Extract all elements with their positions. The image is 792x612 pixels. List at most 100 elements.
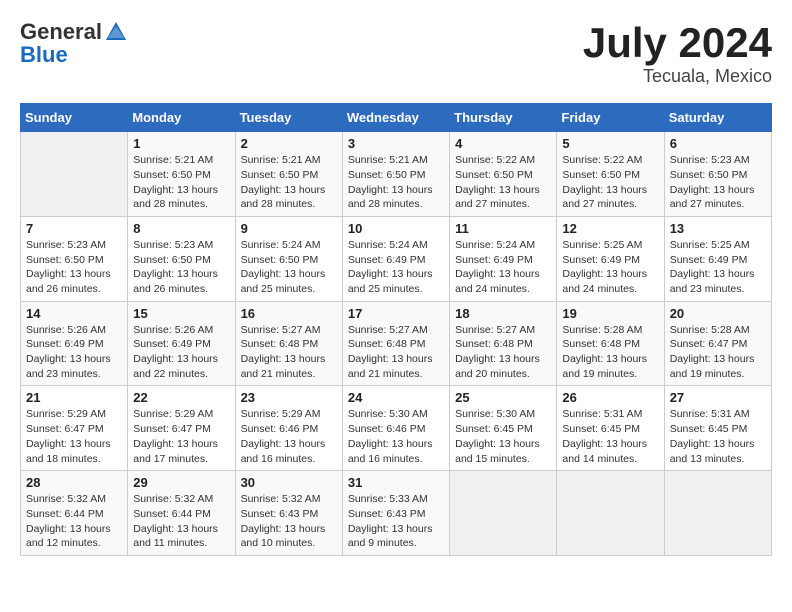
calendar-cell [664, 471, 771, 556]
calendar-cell: 21Sunrise: 5:29 AM Sunset: 6:47 PM Dayli… [21, 386, 128, 471]
day-info: Sunrise: 5:22 AM Sunset: 6:50 PM Dayligh… [455, 153, 551, 212]
day-info: Sunrise: 5:31 AM Sunset: 6:45 PM Dayligh… [562, 407, 658, 466]
day-number: 18 [455, 306, 551, 321]
header-cell-saturday: Saturday [664, 104, 771, 132]
calendar-cell: 18 Sunrise: 5:27 AM Sunset: 6:48 PM Dayli… [450, 301, 557, 386]
logo-block: General Blue [20, 20, 128, 66]
calendar-cell [450, 471, 557, 556]
day-number: 26 [562, 390, 658, 405]
calendar-body: 1 Sunrise: 5:21 AM Sunset: 6:50 PM Daylig… [21, 132, 772, 556]
calendar-location: Tecuala, Mexico [583, 66, 772, 87]
calendar-cell: 3 Sunrise: 5:21 AM Sunset: 6:50 PM Daylig… [342, 132, 449, 217]
calendar-cell: 28Sunrise: 5:32 AM Sunset: 6:44 PM Dayli… [21, 471, 128, 556]
day-number: 29 [133, 475, 229, 490]
day-info: Sunrise: 5:24 AM Sunset: 6:49 PM Dayligh… [455, 238, 551, 297]
header-cell-monday: Monday [128, 104, 235, 132]
calendar-cell: 24Sunrise: 5:30 AM Sunset: 6:46 PM Dayli… [342, 386, 449, 471]
day-info: Sunrise: 5:28 AM Sunset: 6:48 PM Dayligh… [562, 323, 658, 382]
calendar-cell: 8 Sunrise: 5:23 AM Sunset: 6:50 PM Daylig… [128, 216, 235, 301]
day-info: Sunrise: 5:25 AM Sunset: 6:49 PM Dayligh… [562, 238, 658, 297]
header-row: SundayMondayTuesdayWednesdayThursdayFrid… [21, 104, 772, 132]
calendar-cell: 7Sunrise: 5:23 AM Sunset: 6:50 PM Daylig… [21, 216, 128, 301]
calendar-cell [21, 132, 128, 217]
day-info: Sunrise: 5:21 AM Sunset: 6:50 PM Dayligh… [241, 153, 337, 212]
day-info: Sunrise: 5:26 AM Sunset: 6:49 PM Dayligh… [26, 323, 122, 382]
day-number: 1 [133, 136, 229, 151]
day-number: 14 [26, 306, 122, 321]
day-number: 22 [133, 390, 229, 405]
logo: General Blue [20, 20, 128, 66]
day-number: 23 [241, 390, 337, 405]
calendar-week-5: 28 Sunrise: 5:32 AM Sunset: 6:44 PM Dayli… [21, 471, 772, 556]
header-cell-wednesday: Wednesday [342, 104, 449, 132]
day-number: 10 [348, 221, 444, 236]
day-number: 4 [455, 136, 551, 151]
page-header: General Blue July 2024 Tecuala, Mexico [20, 20, 772, 87]
calendar-cell: 30Sunrise: 5:32 AM Sunset: 6:43 PM Dayli… [235, 471, 342, 556]
day-number: 3 [348, 136, 444, 151]
day-info: Sunrise: 5:22 AM Sunset: 6:50 PM Dayligh… [562, 153, 658, 212]
day-info: Sunrise: 5:32 AM Sunset: 6:44 PM Dayligh… [133, 492, 229, 551]
calendar-cell: 4 Sunrise: 5:22 AM Sunset: 6:50 PM Daylig… [450, 132, 557, 217]
day-number: 27 [670, 390, 766, 405]
calendar-cell: 11 Sunrise: 5:24 AM Sunset: 6:49 PM Dayli… [450, 216, 557, 301]
day-number: 16 [241, 306, 337, 321]
header-cell-friday: Friday [557, 104, 664, 132]
calendar-title: July 2024 [583, 20, 772, 66]
day-info: Sunrise: 5:29 AM Sunset: 6:47 PM Dayligh… [133, 407, 229, 466]
calendar-week-2: 7Sunrise: 5:23 AM Sunset: 6:50 PM Daylig… [21, 216, 772, 301]
day-number: 5 [562, 136, 658, 151]
calendar-header: SundayMondayTuesdayWednesdayThursdayFrid… [21, 104, 772, 132]
calendar-cell: 23Sunrise: 5:29 AM Sunset: 6:46 PM Dayli… [235, 386, 342, 471]
day-number: 20 [670, 306, 766, 321]
day-info: Sunrise: 5:23 AM Sunset: 6:50 PM Dayligh… [133, 238, 229, 297]
day-number: 8 [133, 221, 229, 236]
calendar-cell: 15 Sunrise: 5:26 AM Sunset: 6:49 PM Dayli… [128, 301, 235, 386]
logo-row: General [20, 20, 128, 44]
day-number: 6 [670, 136, 766, 151]
calendar-cell: 1Sunrise: 5:21 AM Sunset: 6:50 PM Daylig… [128, 132, 235, 217]
calendar-cell: 2 Sunrise: 5:21 AM Sunset: 6:50 PM Daylig… [235, 132, 342, 217]
calendar-cell: 17 Sunrise: 5:27 AM Sunset: 6:48 PM Dayli… [342, 301, 449, 386]
calendar-week-3: 14 Sunrise: 5:26 AM Sunset: 6:49 PM Dayli… [21, 301, 772, 386]
day-info: Sunrise: 5:28 AM Sunset: 6:47 PM Dayligh… [670, 323, 766, 382]
day-number: 2 [241, 136, 337, 151]
calendar-cell: 5 Sunrise: 5:22 AM Sunset: 6:50 PM Daylig… [557, 132, 664, 217]
day-info: Sunrise: 5:21 AM Sunset: 6:50 PM Dayligh… [348, 153, 444, 212]
day-number: 28 [26, 475, 122, 490]
calendar-cell: 13Sunrise: 5:25 AM Sunset: 6:49 PM Dayli… [664, 216, 771, 301]
day-info: Sunrise: 5:30 AM Sunset: 6:45 PM Dayligh… [455, 407, 551, 466]
day-number: 17 [348, 306, 444, 321]
day-number: 15 [133, 306, 229, 321]
calendar-cell: 20 Sunrise: 5:28 AM Sunset: 6:47 PM Dayli… [664, 301, 771, 386]
logo-blue: Blue [20, 44, 128, 66]
calendar-cell: 25Sunrise: 5:30 AM Sunset: 6:45 PM Dayli… [450, 386, 557, 471]
day-info: Sunrise: 5:27 AM Sunset: 6:48 PM Dayligh… [348, 323, 444, 382]
day-number: 12 [562, 221, 658, 236]
day-info: Sunrise: 5:30 AM Sunset: 6:46 PM Dayligh… [348, 407, 444, 466]
calendar-cell: 29 Sunrise: 5:32 AM Sunset: 6:44 PM Dayli… [128, 471, 235, 556]
calendar-week-4: 21 Sunrise: 5:29 AM Sunset: 6:47 PM Dayli… [21, 386, 772, 471]
day-number: 30 [241, 475, 337, 490]
day-number: 9 [241, 221, 337, 236]
day-info: Sunrise: 5:24 AM Sunset: 6:49 PM Dayligh… [348, 238, 444, 297]
calendar-cell [557, 471, 664, 556]
day-number: 21 [26, 390, 122, 405]
day-number: 13 [670, 221, 766, 236]
calendar-cell: 22 Sunrise: 5:29 AM Sunset: 6:47 PM Dayli… [128, 386, 235, 471]
day-info: Sunrise: 5:23 AM Sunset: 6:50 PM Dayligh… [26, 238, 122, 297]
logo-icon [104, 20, 128, 44]
header-cell-sunday: Sunday [21, 104, 128, 132]
day-info: Sunrise: 5:27 AM Sunset: 6:48 PM Dayligh… [455, 323, 551, 382]
day-number: 11 [455, 221, 551, 236]
calendar-cell: 10 Sunrise: 5:24 AM Sunset: 6:49 PM Dayli… [342, 216, 449, 301]
logo-general: General [20, 21, 102, 43]
day-info: Sunrise: 5:23 AM Sunset: 6:50 PM Dayligh… [670, 153, 766, 212]
day-number: 31 [348, 475, 444, 490]
header-cell-tuesday: Tuesday [235, 104, 342, 132]
day-info: Sunrise: 5:26 AM Sunset: 6:49 PM Dayligh… [133, 323, 229, 382]
calendar-cell: 12 Sunrise: 5:25 AM Sunset: 6:49 PM Dayli… [557, 216, 664, 301]
day-info: Sunrise: 5:31 AM Sunset: 6:45 PM Dayligh… [670, 407, 766, 466]
calendar-cell: 27 Sunrise: 5:31 AM Sunset: 6:45 PM Dayli… [664, 386, 771, 471]
day-info: Sunrise: 5:33 AM Sunset: 6:43 PM Dayligh… [348, 492, 444, 551]
